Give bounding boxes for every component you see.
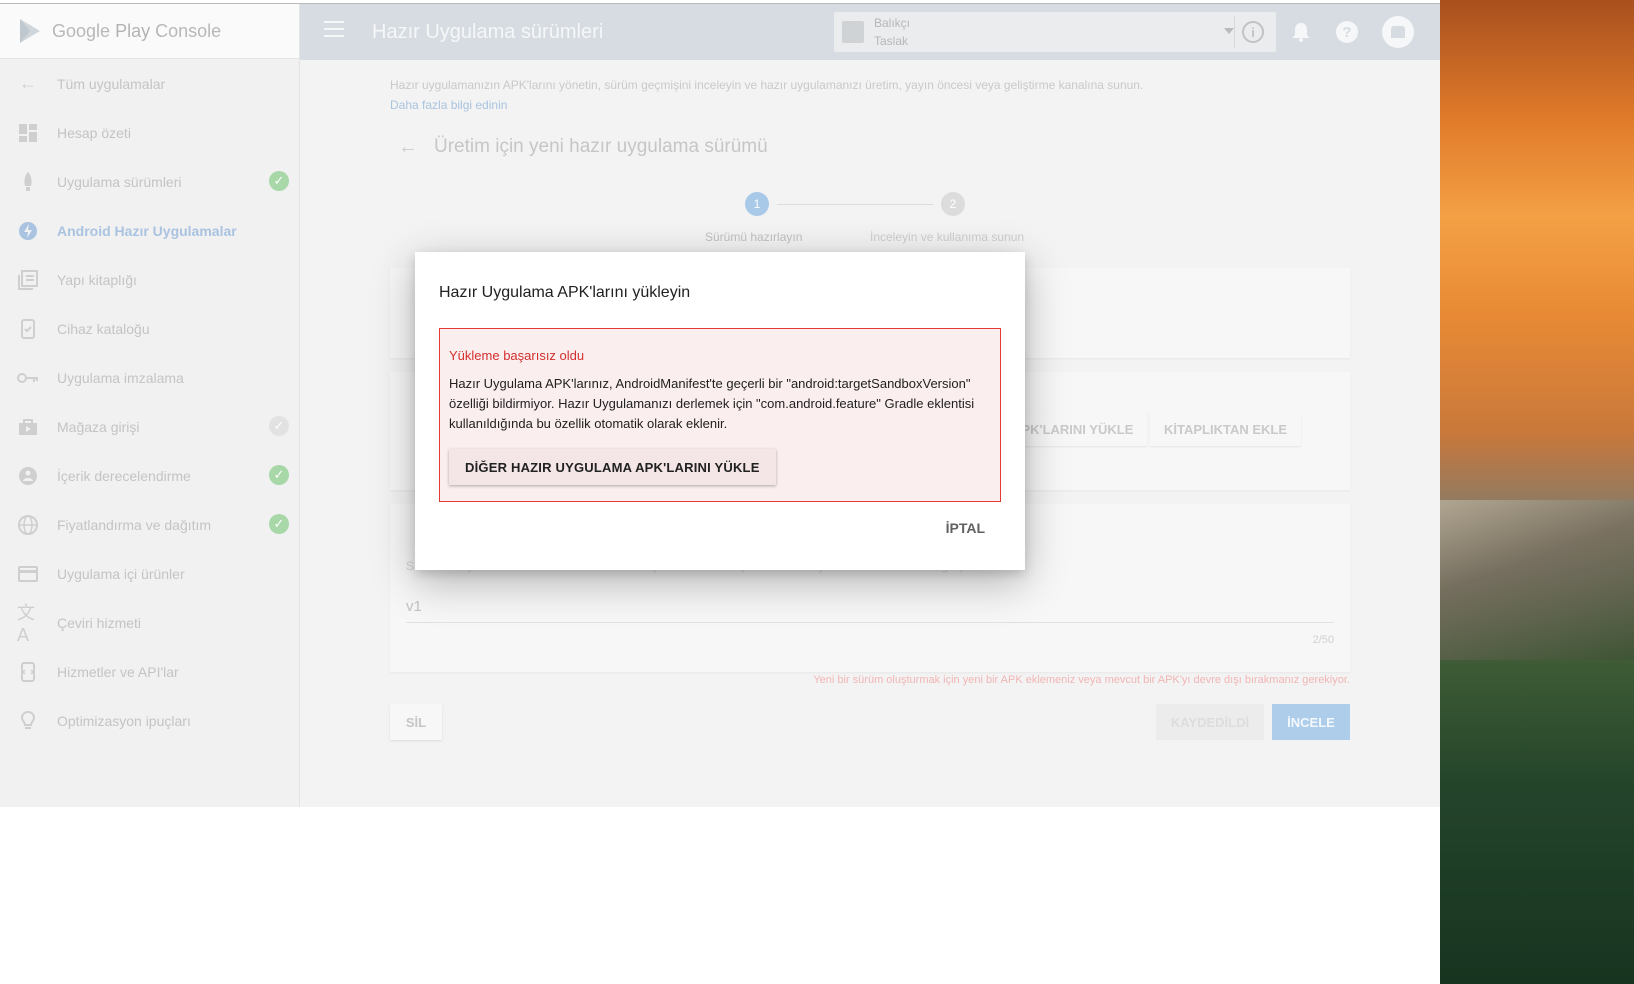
step-1-label: Sürümü hazırlayın <box>705 230 803 244</box>
arrow-back-icon: ← <box>19 73 37 93</box>
review-button[interactable]: İNCELE <box>1272 704 1350 740</box>
delete-button[interactable]: SİL <box>390 704 442 740</box>
sidebar-item-label: Optimizasyon ipuçları <box>57 712 191 729</box>
sidebar-item-label: Tüm uygulamalar <box>57 75 166 92</box>
sidebar-item-services-apis[interactable]: Hizmetler ve API'lar <box>0 647 299 696</box>
store-icon <box>17 416 39 438</box>
sidebar-item-label: Çeviri hizmeti <box>57 614 142 631</box>
upload-dialog: Hazır Uygulama APK'larını yükleyin Yükle… <box>415 252 1025 570</box>
intro-text: Hazır uygulamanızın APK'larını yönetin, … <box>390 78 1144 92</box>
selected-app-name: Balıkçı <box>874 16 911 30</box>
info-icon[interactable]: i <box>1242 21 1264 43</box>
instant-app-icon <box>17 220 39 242</box>
sidebar-item-label: Cihaz kataloğu <box>57 320 150 337</box>
sidebar-item-build-library[interactable]: Yapı kitaplığı <box>0 255 299 304</box>
top-app-bar: Hazır Uygulama sürümleri Balıkçı Taslak … <box>300 4 1440 60</box>
error-message: Hazır Uygulama APK'larınız, AndroidManif… <box>449 376 975 431</box>
sidebar-item-android-instant-apps[interactable]: Android Hazır Uygulamalar <box>0 206 299 255</box>
library-icon <box>17 269 39 291</box>
sidebar-item-in-app-products[interactable]: Uygulama içi ürünler <box>0 549 299 598</box>
sidebar-item-label: Mağaza girişi <box>57 418 140 435</box>
sidebar-item-label: Hesap özeti <box>57 124 131 141</box>
card-icon <box>17 563 39 585</box>
play-console-logo <box>20 19 40 43</box>
release-heading: Üretim için yeni hazır uygulama sürümü <box>434 136 768 157</box>
sidebar-item-optimization-tips[interactable]: Optimizasyon ipuçları <box>0 696 299 745</box>
brand-name: Google Play Console <box>52 20 222 41</box>
check-icon: ✓ <box>269 171 289 191</box>
character-counter: 2/50 <box>1312 634 1334 646</box>
error-box: Yükleme başarısız oldu Hazır Uygulama AP… <box>439 328 1001 502</box>
sidebar-item-label: Uygulama içi ürünler <box>57 565 185 582</box>
sidebar-item-label: Uygulama sürümleri <box>57 173 182 190</box>
sidebar: Google Play Console ← Tüm uygulamalar He… <box>0 4 300 807</box>
sidebar-item-pricing-distribution[interactable]: Fiyatlandırma ve dağıtım ✓ <box>0 500 299 549</box>
release-name-input[interactable]: v1 <box>406 598 422 615</box>
sidebar-item-device-catalog[interactable]: Cihaz kataloğu <box>0 304 299 353</box>
help-icon[interactable]: ? <box>1336 21 1358 43</box>
warning-text: Yeni bir sürüm oluşturmak için yeni bir … <box>813 674 1350 686</box>
sidebar-item-label: Hizmetler ve API'lar <box>57 663 179 680</box>
arrow-back-icon[interactable]: ← <box>398 136 418 159</box>
notifications-bell-icon[interactable] <box>1292 22 1310 42</box>
step-2-indicator: 2 <box>941 192 965 216</box>
dashboard-icon <box>17 122 39 144</box>
cancel-button[interactable]: İPTAL <box>930 510 1001 546</box>
check-icon: ✓ <box>269 465 289 485</box>
dialog-title: Hazır Uygulama APK'larını yükleyin <box>439 284 691 301</box>
sidebar-item-label: Fiyatlandırma ve dağıtım <box>57 516 212 533</box>
app-icon <box>842 21 864 43</box>
sidebar-item-translation-service[interactable]: 文A Çeviri hizmeti <box>0 598 299 647</box>
hamburger-menu-icon[interactable] <box>324 21 344 41</box>
browser-window: Google Play Console ← Tüm uygulamalar He… <box>0 3 1440 807</box>
step-1-indicator: 1 <box>745 192 769 216</box>
rocket-icon <box>17 171 39 193</box>
sidebar-item-store-listing[interactable]: Mağaza girişi ✓ <box>0 402 299 451</box>
sidebar-item-account-summary[interactable]: Hesap özeti <box>0 108 299 157</box>
brand-header: Google Play Console <box>0 4 299 59</box>
sidebar-item-label: Yapı kitaplığı <box>57 271 137 288</box>
services-icon <box>17 661 39 683</box>
app-selector[interactable]: Balıkçı Taslak i <box>834 12 1276 52</box>
sidebar-item-label: Android Hazır Uygulamalar <box>57 222 237 239</box>
avatar[interactable] <box>1382 16 1414 48</box>
sidebar-item-app-releases[interactable]: Uygulama sürümleri ✓ <box>0 157 299 206</box>
selected-app-status: Taslak <box>874 34 909 48</box>
sidebar-item-app-signing[interactable]: Uygulama imzalama <box>0 353 299 402</box>
upload-other-apks-button[interactable]: DİĞER HAZIR UYGULAMA APK'LARINI YÜKLE <box>449 449 776 485</box>
step-2-label: İnceleyin ve kullanıma sunun <box>870 230 1025 244</box>
sidebar-item-content-rating[interactable]: İçerik derecelendirme ✓ <box>0 451 299 500</box>
chevron-down-icon[interactable] <box>1224 28 1234 34</box>
learn-more-link[interactable]: Daha fazla bilgi edinin <box>390 98 507 112</box>
desktop-wallpaper <box>1440 0 1634 984</box>
check-icon: ✓ <box>269 416 289 436</box>
device-catalog-icon <box>17 318 39 340</box>
page-title: Hazır Uygulama sürümleri <box>372 21 604 43</box>
check-icon: ✓ <box>269 514 289 534</box>
key-icon <box>17 367 39 389</box>
saved-button[interactable]: KAYDEDİLDİ <box>1156 704 1264 740</box>
rating-icon <box>17 465 39 487</box>
sidebar-item-all-apps[interactable]: ← Tüm uygulamalar <box>0 59 299 108</box>
sidebar-item-label: İçerik derecelendirme <box>57 467 191 484</box>
lightbulb-icon <box>17 710 39 732</box>
sidebar-item-label: Uygulama imzalama <box>57 369 184 386</box>
error-title: Yükleme başarısız oldu <box>449 348 585 363</box>
translate-icon: 文A <box>17 603 35 645</box>
globe-icon <box>17 514 39 536</box>
add-from-library-button[interactable]: KİTAPLIKTAN EKLE <box>1150 412 1302 446</box>
